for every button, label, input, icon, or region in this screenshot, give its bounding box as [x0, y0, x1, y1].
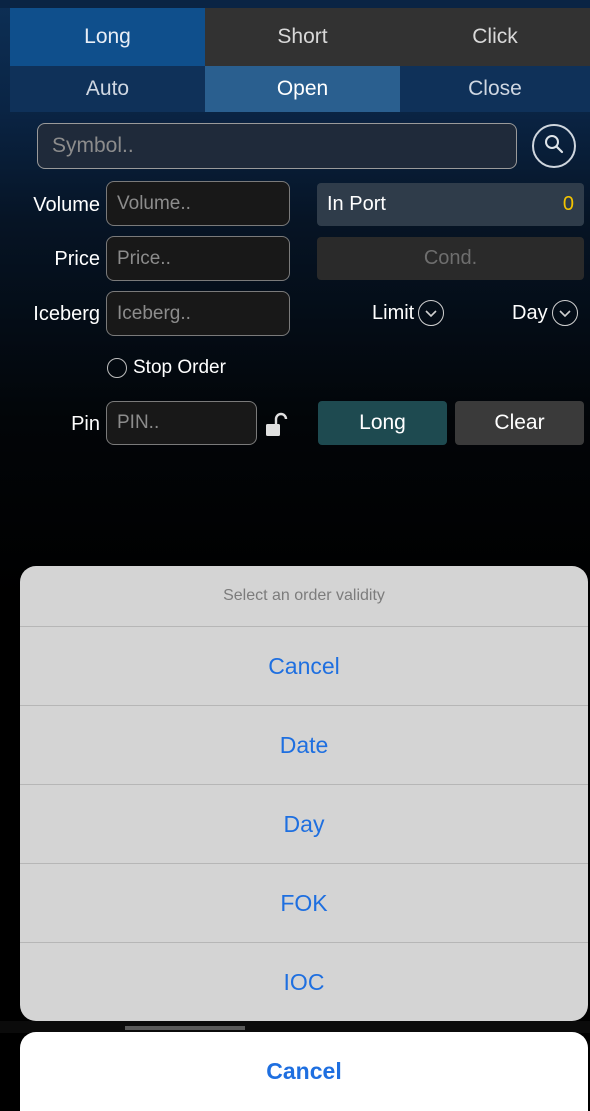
price-placeholder: Price..: [117, 247, 171, 269]
clear-button[interactable]: Clear: [455, 401, 584, 445]
option-date[interactable]: Date: [20, 706, 588, 785]
volume-placeholder: Volume..: [117, 192, 191, 214]
validity-action-sheet: Select an order validity Cancel Date Day…: [20, 566, 588, 1021]
validity-label: Day: [512, 301, 548, 324]
search-button[interactable]: [532, 124, 576, 168]
volume-input[interactable]: Volume..: [106, 181, 290, 226]
pin-placeholder: PIN..: [117, 412, 160, 433]
unlock-icon[interactable]: [264, 412, 288, 443]
tab-short[interactable]: Short: [205, 8, 400, 66]
option-fok[interactable]: FOK: [20, 864, 588, 943]
validity-dropdown[interactable]: Day: [512, 300, 578, 326]
in-port-label: In Port: [327, 193, 386, 215]
home-indicator: [125, 1026, 245, 1030]
iceberg-input[interactable]: Iceberg..: [106, 291, 290, 336]
volume-label: Volume: [33, 194, 100, 216]
status-bar: [0, 0, 590, 8]
option-cancel[interactable]: Cancel: [20, 627, 588, 706]
cond-label: Cond.: [423, 247, 478, 269]
symbol-placeholder: Symbol..: [52, 134, 134, 157]
long-button[interactable]: Long: [318, 401, 447, 445]
order-type-dropdown[interactable]: Limit: [372, 300, 445, 326]
tab-long[interactable]: Long: [10, 8, 205, 66]
symbol-input[interactable]: Symbol..: [37, 123, 517, 169]
chevron-down-icon: [551, 300, 578, 326]
pin-label: Pin: [71, 413, 100, 435]
pin-input[interactable]: PIN..: [106, 401, 257, 445]
stop-order-label: Stop Order: [133, 357, 226, 378]
search-icon: [542, 132, 566, 161]
in-port-value: 0: [562, 193, 574, 215]
order-type-label: Limit: [372, 301, 415, 324]
tab-auto[interactable]: Auto: [10, 66, 205, 112]
tab-open[interactable]: Open: [205, 66, 400, 112]
in-port-panel: In Port 0: [317, 183, 584, 226]
chevron-down-icon: [418, 300, 445, 326]
radio-icon: [107, 358, 127, 378]
option-day[interactable]: Day: [20, 785, 588, 864]
iceberg-label: Iceberg: [33, 303, 100, 325]
price-input[interactable]: Price..: [106, 236, 290, 281]
action-sheet-cancel-button[interactable]: Cancel: [20, 1032, 588, 1111]
option-ioc[interactable]: IOC: [20, 943, 588, 1021]
tab-close[interactable]: Close: [400, 66, 590, 112]
stop-order-toggle[interactable]: Stop Order: [107, 357, 226, 379]
cond-button[interactable]: Cond.: [317, 237, 584, 280]
iceberg-placeholder: Iceberg..: [117, 302, 191, 324]
tab-click[interactable]: Click: [400, 8, 590, 66]
action-sheet-title: Select an order validity: [20, 566, 588, 627]
price-label: Price: [54, 248, 100, 270]
